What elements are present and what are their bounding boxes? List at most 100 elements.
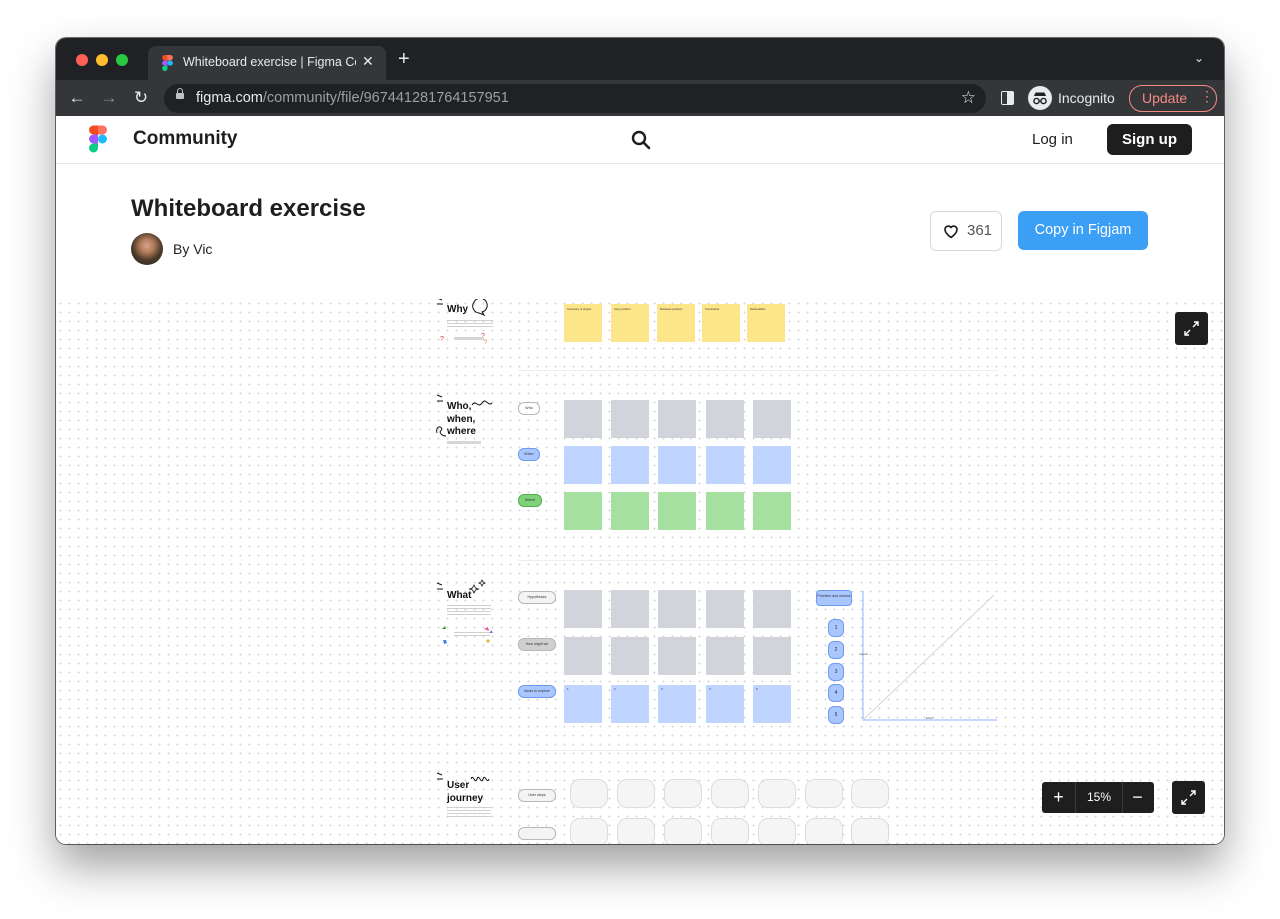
incognito-icon[interactable] bbox=[1028, 86, 1052, 110]
journey-step-next[interactable] bbox=[758, 818, 796, 844]
sticky-why-1[interactable]: Summary of project bbox=[564, 304, 602, 342]
zoom-out-button[interactable]: − bbox=[1121, 782, 1154, 813]
url-host: figma.com bbox=[196, 90, 263, 106]
bookmark-star-icon[interactable]: ☆ bbox=[961, 88, 976, 108]
tab-close-icon[interactable]: ✕ bbox=[362, 53, 374, 70]
sticky-why-4[interactable]: Constraints bbox=[702, 304, 740, 342]
sticky-what[interactable] bbox=[706, 637, 744, 675]
chevron-down-icon[interactable]: ⌄ bbox=[1194, 51, 1204, 65]
login-button[interactable]: Log in bbox=[1032, 131, 1073, 148]
author-avatar[interactable] bbox=[131, 233, 163, 265]
row-label-hypotheses: Hypotheses bbox=[518, 591, 556, 604]
sticky-what[interactable]: 5 bbox=[753, 685, 791, 723]
community-link[interactable]: Community bbox=[133, 128, 238, 150]
sticky-why-5[interactable]: Deliverables bbox=[747, 304, 785, 342]
sticky-who[interactable] bbox=[611, 446, 649, 484]
journey-step[interactable] bbox=[711, 779, 749, 808]
sticky-what[interactable]: 4 bbox=[706, 685, 744, 723]
journey-step-next[interactable] bbox=[805, 818, 843, 844]
journey-step-next[interactable] bbox=[570, 818, 608, 844]
sticky-who[interactable] bbox=[564, 492, 602, 530]
lock-icon bbox=[176, 88, 184, 99]
sticky-who[interactable] bbox=[706, 492, 744, 530]
sticky-what[interactable]: 1 bbox=[564, 685, 602, 723]
fullscreen-button[interactable] bbox=[1172, 781, 1205, 814]
back-arrow-icon[interactable]: ← bbox=[67, 88, 87, 108]
sticky-what[interactable] bbox=[611, 590, 649, 628]
new-tab-icon[interactable]: + bbox=[398, 49, 410, 69]
priority-3[interactable]: 3 bbox=[828, 663, 844, 681]
expand-canvas-button[interactable] bbox=[1175, 312, 1208, 345]
sticky-what[interactable] bbox=[706, 590, 744, 628]
sticky-who[interactable] bbox=[706, 400, 744, 438]
address-bar[interactable]: figma.com/community/file/967441281764157… bbox=[164, 84, 986, 113]
journey-step-next[interactable] bbox=[617, 818, 655, 844]
side-panel-icon[interactable] bbox=[1001, 91, 1014, 105]
browser-tab[interactable]: Whiteboard exercise | Figma Community ✕ bbox=[148, 46, 386, 80]
sticky-who[interactable] bbox=[611, 400, 649, 438]
sticky-what[interactable]: 2 bbox=[611, 685, 649, 723]
url-path: /community/file/967441281764157951 bbox=[262, 90, 509, 106]
sticky-what[interactable]: 3 bbox=[658, 685, 696, 723]
file-canvas-preview[interactable]: Why ? ? ? Summary of project User proble… bbox=[56, 299, 1224, 844]
journey-step[interactable] bbox=[851, 779, 889, 808]
incognito-glasses-icon bbox=[1033, 92, 1047, 105]
journey-step[interactable] bbox=[758, 779, 796, 808]
priority-2[interactable]: 2 bbox=[828, 641, 844, 659]
sticky-who[interactable] bbox=[564, 400, 602, 438]
row-label-who: Who bbox=[518, 402, 540, 415]
sticky-what[interactable] bbox=[611, 637, 649, 675]
journey-step[interactable] bbox=[617, 779, 655, 808]
journey-step-next[interactable] bbox=[851, 818, 889, 844]
sticky-who[interactable] bbox=[611, 492, 649, 530]
sticky-who[interactable] bbox=[706, 446, 744, 484]
search-icon[interactable] bbox=[631, 130, 651, 150]
sticky-who[interactable] bbox=[753, 446, 791, 484]
zoom-controls: + 15% − bbox=[1042, 782, 1154, 813]
sticky-who[interactable] bbox=[753, 492, 791, 530]
heart-icon bbox=[944, 225, 958, 239]
priority-5[interactable]: 5 bbox=[828, 706, 844, 724]
sticky-why-3[interactable]: Business problem bbox=[657, 304, 695, 342]
sticky-what[interactable] bbox=[658, 637, 696, 675]
more-menu-icon[interactable]: ⋮ bbox=[1200, 88, 1214, 105]
sticky-what[interactable] bbox=[658, 590, 696, 628]
priority-4[interactable]: 4 bbox=[828, 684, 844, 702]
zoom-in-button[interactable]: + bbox=[1042, 782, 1075, 813]
expand-icon bbox=[1184, 321, 1199, 336]
sticky-who[interactable] bbox=[564, 446, 602, 484]
sticky-who[interactable] bbox=[658, 446, 696, 484]
section-tip-why bbox=[454, 337, 484, 340]
sticky-why-2[interactable]: User problem bbox=[611, 304, 649, 342]
sticky-who[interactable] bbox=[753, 400, 791, 438]
copy-in-figjam-button[interactable]: Copy in Figjam bbox=[1018, 211, 1148, 250]
update-button[interactable]: Update ⋮ bbox=[1129, 85, 1217, 112]
journey-step[interactable] bbox=[805, 779, 843, 808]
journey-step[interactable] bbox=[570, 779, 608, 808]
journey-step-next[interactable] bbox=[664, 818, 702, 844]
author-name[interactable]: By Vic bbox=[173, 241, 212, 257]
journey-step-next[interactable] bbox=[711, 818, 749, 844]
url-text: figma.com/community/file/967441281764157… bbox=[196, 90, 509, 106]
priority-1[interactable]: 1 bbox=[828, 619, 844, 637]
minimize-window-button[interactable] bbox=[96, 54, 108, 66]
forward-arrow-icon[interactable]: → bbox=[99, 88, 119, 108]
figma-logo-icon[interactable] bbox=[89, 125, 107, 153]
maximize-window-button[interactable] bbox=[116, 54, 128, 66]
sticky-what[interactable] bbox=[564, 590, 602, 628]
reload-icon[interactable]: ↻ bbox=[131, 88, 151, 108]
sticky-what[interactable] bbox=[564, 637, 602, 675]
sticky-who[interactable] bbox=[658, 400, 696, 438]
whiteboard-board: Why ? ? ? Summary of project User proble… bbox=[56, 299, 1224, 844]
row-label-how-might-we: How might we bbox=[518, 638, 556, 651]
row-label-where: Where bbox=[518, 494, 542, 507]
impact-effort-matrix bbox=[862, 591, 997, 721]
close-window-button[interactable] bbox=[76, 54, 88, 66]
sticky-what[interactable] bbox=[753, 590, 791, 628]
fullscreen-icon bbox=[1181, 790, 1196, 805]
signup-button[interactable]: Sign up bbox=[1107, 124, 1192, 155]
like-button[interactable]: 361 bbox=[930, 211, 1002, 251]
sticky-what[interactable] bbox=[753, 637, 791, 675]
sticky-who[interactable] bbox=[658, 492, 696, 530]
journey-step[interactable] bbox=[664, 779, 702, 808]
